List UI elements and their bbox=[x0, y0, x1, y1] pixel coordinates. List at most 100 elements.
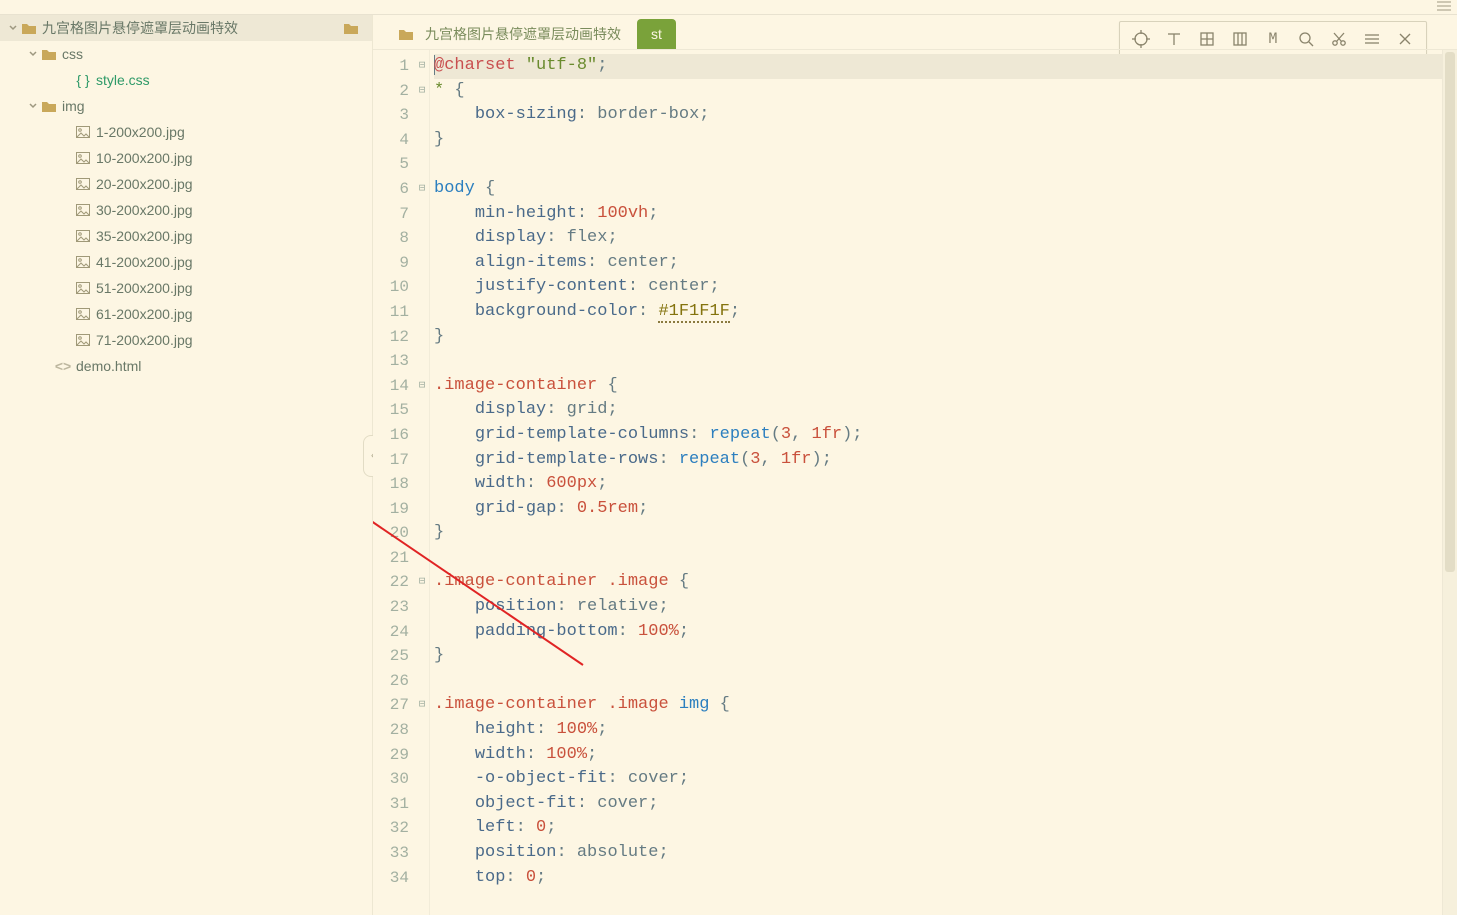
fold-marker[interactable] bbox=[415, 128, 429, 153]
fold-marker[interactable] bbox=[415, 595, 429, 620]
fold-marker[interactable]: ⊟ bbox=[415, 693, 429, 718]
fold-marker[interactable] bbox=[415, 669, 429, 694]
code-line[interactable]: display: grid; bbox=[434, 398, 1457, 423]
fold-marker[interactable] bbox=[415, 325, 429, 350]
tree-file-image[interactable]: 35-200x200.jpg bbox=[0, 223, 372, 249]
fold-marker[interactable] bbox=[415, 866, 429, 891]
fold-marker[interactable] bbox=[415, 349, 429, 374]
code-line[interactable]: box-sizing: border-box; bbox=[434, 103, 1457, 128]
code-line[interactable]: grid-gap: 0.5rem; bbox=[434, 497, 1457, 522]
code-line[interactable]: width: 100%; bbox=[434, 743, 1457, 768]
code-content[interactable]: @charset "utf-8";* { box-sizing: border-… bbox=[430, 50, 1457, 915]
code-line[interactable]: justify-content: center; bbox=[434, 275, 1457, 300]
fold-marker[interactable]: ⊟ bbox=[415, 177, 429, 202]
code-line[interactable]: min-height: 100vh; bbox=[434, 202, 1457, 227]
code-line[interactable] bbox=[434, 546, 1457, 571]
code-line[interactable]: padding-bottom: 100%; bbox=[434, 620, 1457, 645]
code-line[interactable]: align-items: center; bbox=[434, 251, 1457, 276]
code-line[interactable]: } bbox=[434, 644, 1457, 669]
fold-marker[interactable] bbox=[415, 423, 429, 448]
fold-marker[interactable]: ⊟ bbox=[415, 54, 429, 79]
code-line[interactable]: background-color: #1F1F1F; bbox=[434, 300, 1457, 325]
code-line[interactable]: height: 100%; bbox=[434, 718, 1457, 743]
fold-marker[interactable] bbox=[415, 226, 429, 251]
code-line[interactable]: .image-container .image img { bbox=[434, 693, 1457, 718]
code-line[interactable]: top: 0; bbox=[434, 866, 1457, 891]
code-line[interactable]: -o-object-fit: cover; bbox=[434, 767, 1457, 792]
chevron-down-icon[interactable] bbox=[26, 101, 40, 111]
code-line[interactable]: } bbox=[434, 325, 1457, 350]
fold-marker[interactable]: ⊟ bbox=[415, 374, 429, 399]
code-line[interactable]: left: 0; bbox=[434, 816, 1457, 841]
vertical-scrollbar[interactable] bbox=[1442, 50, 1457, 915]
code-area[interactable]: 1234567891011121314151617181920212223242… bbox=[373, 49, 1457, 915]
code-line[interactable] bbox=[434, 669, 1457, 694]
fold-marker[interactable] bbox=[415, 767, 429, 792]
code-line[interactable]: .image-container .image { bbox=[434, 570, 1457, 595]
fold-marker[interactable] bbox=[415, 620, 429, 645]
fold-marker[interactable] bbox=[415, 103, 429, 128]
chevron-down-icon[interactable] bbox=[6, 23, 20, 33]
line-number: 8 bbox=[373, 226, 409, 251]
code-line[interactable] bbox=[434, 152, 1457, 177]
tree-item-label: 61-200x200.jpg bbox=[96, 306, 193, 322]
fold-marker[interactable] bbox=[415, 743, 429, 768]
fold-marker[interactable] bbox=[415, 644, 429, 669]
fold-marker[interactable]: ⊟ bbox=[415, 570, 429, 595]
tree-file-image[interactable]: 20-200x200.jpg bbox=[0, 171, 372, 197]
fold-marker[interactable]: ⊟ bbox=[415, 79, 429, 104]
fold-marker[interactable] bbox=[415, 300, 429, 325]
fold-marker[interactable] bbox=[415, 816, 429, 841]
code-line[interactable]: grid-template-rows: repeat(3, 1fr); bbox=[434, 448, 1457, 473]
fold-marker[interactable] bbox=[415, 718, 429, 743]
tree-file-image[interactable]: 1-200x200.jpg bbox=[0, 119, 372, 145]
fold-gutter[interactable]: ⊟⊟ ⊟ ⊟ ⊟ ⊟ bbox=[415, 50, 430, 915]
tree-file-image[interactable]: 30-200x200.jpg bbox=[0, 197, 372, 223]
fold-marker[interactable] bbox=[415, 251, 429, 276]
line-number: 7 bbox=[373, 202, 409, 227]
hamburger-icon[interactable] bbox=[1437, 0, 1451, 16]
code-line[interactable]: } bbox=[434, 521, 1457, 546]
code-line[interactable]: } bbox=[434, 128, 1457, 153]
code-line[interactable]: object-fit: cover; bbox=[434, 792, 1457, 817]
tree-file-demo-html[interactable]: <> demo.html bbox=[0, 353, 372, 379]
tab-style-css[interactable]: st bbox=[637, 19, 676, 49]
code-line[interactable]: body { bbox=[434, 177, 1457, 202]
code-line[interactable]: .image-container { bbox=[434, 374, 1457, 399]
tree-file-style-css[interactable]: { } style.css bbox=[0, 67, 372, 93]
code-line[interactable]: display: flex; bbox=[434, 226, 1457, 251]
code-line[interactable] bbox=[434, 349, 1457, 374]
tree-folder-img[interactable]: img bbox=[0, 93, 372, 119]
fold-marker[interactable] bbox=[415, 546, 429, 571]
tree-file-image[interactable]: 71-200x200.jpg bbox=[0, 327, 372, 353]
code-line[interactable]: * { bbox=[434, 79, 1457, 104]
fold-marker[interactable] bbox=[415, 275, 429, 300]
fold-marker[interactable] bbox=[415, 448, 429, 473]
tab-project-folder[interactable]: 九宫格图片悬停遮罩层动画特效 bbox=[383, 19, 635, 49]
tree-folder-css[interactable]: css bbox=[0, 41, 372, 67]
code-line[interactable]: width: 600px; bbox=[434, 472, 1457, 497]
tree-file-image[interactable]: 61-200x200.jpg bbox=[0, 301, 372, 327]
tree-file-image[interactable]: 51-200x200.jpg bbox=[0, 275, 372, 301]
scrollbar-thumb[interactable] bbox=[1445, 52, 1455, 572]
code-line[interactable]: position: relative; bbox=[434, 595, 1457, 620]
folder-icon bbox=[342, 22, 360, 34]
line-number: 5 bbox=[373, 152, 409, 177]
tree-file-image[interactable]: 10-200x200.jpg bbox=[0, 145, 372, 171]
fold-marker[interactable] bbox=[415, 202, 429, 227]
fold-marker[interactable] bbox=[415, 792, 429, 817]
fold-marker[interactable] bbox=[415, 472, 429, 497]
fold-marker[interactable] bbox=[415, 398, 429, 423]
fold-marker[interactable] bbox=[415, 152, 429, 177]
code-line[interactable]: @charset "utf-8"; bbox=[434, 54, 1457, 79]
fold-marker[interactable] bbox=[415, 497, 429, 522]
file-explorer[interactable]: 九宫格图片悬停遮罩层动画特效 css { } style.css img 1-2… bbox=[0, 15, 373, 915]
code-line[interactable]: grid-template-columns: repeat(3, 1fr); bbox=[434, 423, 1457, 448]
code-line[interactable]: position: absolute; bbox=[434, 841, 1457, 866]
fold-marker[interactable] bbox=[415, 521, 429, 546]
line-number: 3 bbox=[373, 103, 409, 128]
fold-marker[interactable] bbox=[415, 841, 429, 866]
tree-file-image[interactable]: 41-200x200.jpg bbox=[0, 249, 372, 275]
tree-root-folder[interactable]: 九宫格图片悬停遮罩层动画特效 bbox=[0, 15, 372, 41]
chevron-down-icon[interactable] bbox=[26, 49, 40, 59]
